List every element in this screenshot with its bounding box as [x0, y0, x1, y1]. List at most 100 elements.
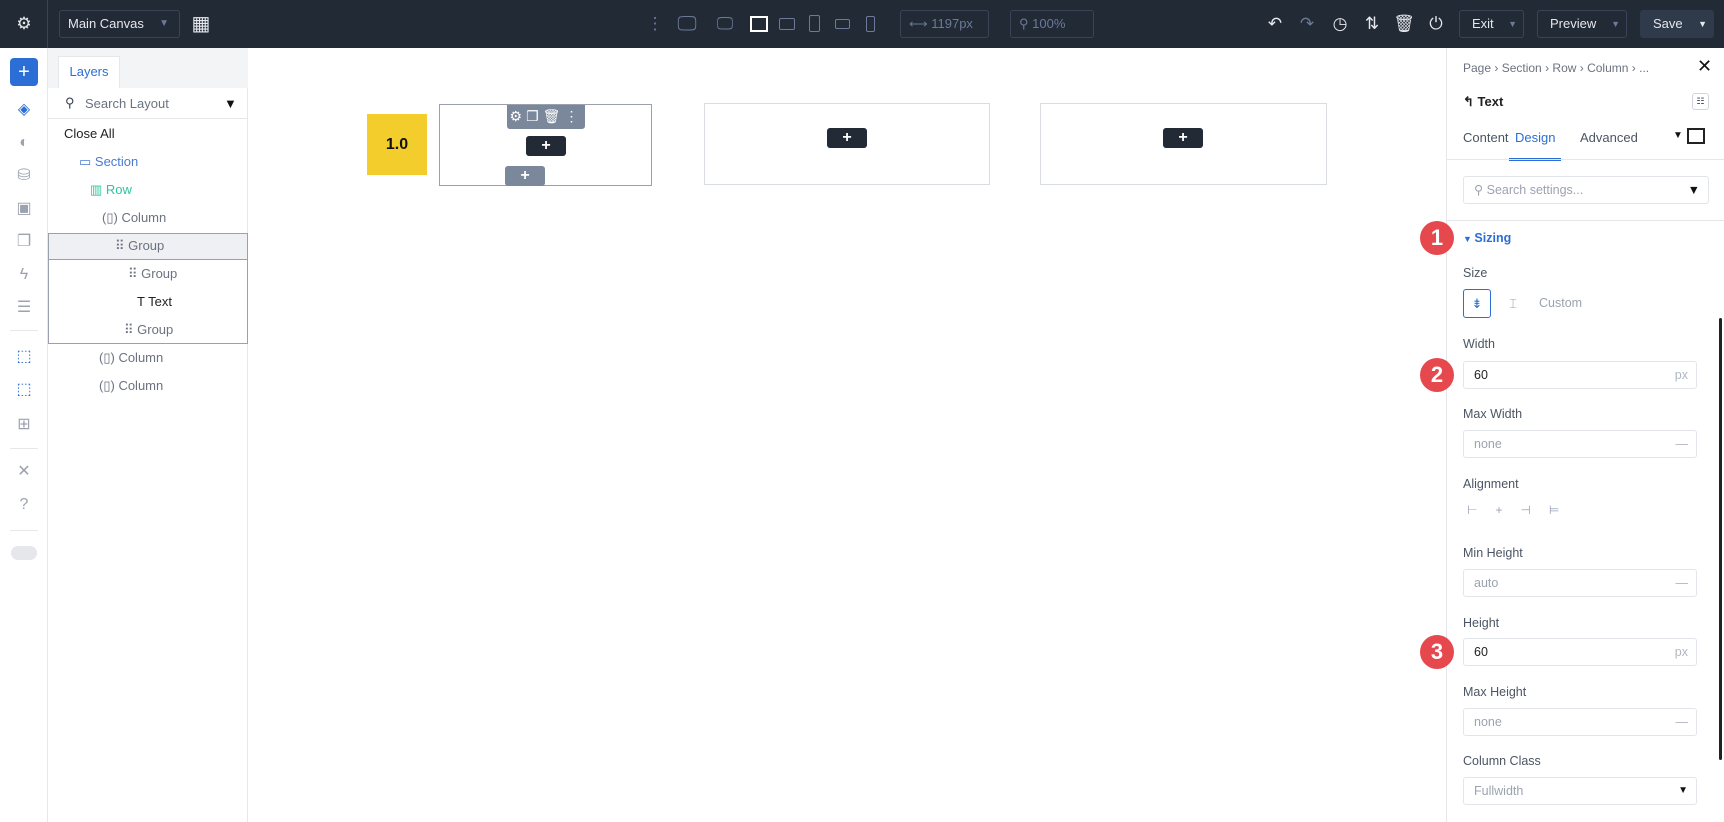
tab-design[interactable]: Design: [1509, 130, 1562, 161]
select-multiple-icon[interactable]: ⬚: [12, 378, 36, 402]
phone-landscape-icon[interactable]: [835, 19, 850, 29]
zoom-value: 100%: [1032, 16, 1066, 31]
column-icon: (▯): [102, 210, 122, 225]
undo-icon[interactable]: ↶: [1263, 12, 1287, 36]
layer-label: Group: [141, 266, 178, 281]
min-height-label: Min Height: [1463, 546, 1523, 560]
database-icon[interactable]: ⛁: [12, 164, 36, 188]
add-module-button[interactable]: +: [827, 128, 867, 148]
breadcrumb-more[interactable]: ...: [1639, 61, 1649, 75]
breadcrumb-section[interactable]: Section: [1502, 61, 1542, 75]
trash-icon[interactable]: 🗑: [1392, 12, 1416, 36]
max-width-input[interactable]: none —: [1463, 430, 1697, 458]
layer-row[interactable]: ▥ Row: [90, 182, 132, 198]
layer-label: Column: [118, 350, 164, 365]
tab-advanced[interactable]: Advanced: [1580, 130, 1638, 145]
more-vertical-icon[interactable]: ⋮: [643, 12, 667, 36]
filter-icon[interactable]: ▼: [1688, 177, 1700, 203]
layers-icon[interactable]: ◈: [12, 98, 36, 122]
layer-group[interactable]: ⠿ Group: [115, 238, 164, 254]
tablet-landscape-icon[interactable]: [779, 18, 795, 30]
column-class-select[interactable]: Fullwidth ▼: [1463, 777, 1697, 805]
size-fill-button[interactable]: ⌶: [1501, 289, 1525, 318]
breadcrumb-page[interactable]: Page: [1463, 61, 1491, 75]
close-icon[interactable]: ✕: [1697, 56, 1712, 77]
tools-icon[interactable]: ✕: [12, 460, 36, 484]
history-icon[interactable]: ◷: [1328, 12, 1352, 36]
size-fit-button[interactable]: ⇟: [1463, 289, 1491, 318]
exit-button[interactable]: Exit ▼: [1459, 10, 1524, 38]
size-custom-option[interactable]: Custom: [1539, 296, 1582, 310]
desktop-icon[interactable]: 🖵: [713, 12, 737, 36]
form-icon[interactable]: ▣: [12, 197, 36, 221]
breadcrumb-column[interactable]: Column: [1587, 61, 1628, 75]
add-element-button[interactable]: +: [10, 58, 38, 86]
device-view-icon[interactable]: [1687, 128, 1705, 144]
module-toolbar: ⚙❐🗑⋮: [507, 105, 585, 129]
presets-icon[interactable]: ☷: [1692, 93, 1709, 110]
pages-icon[interactable]: ❐: [12, 230, 36, 254]
min-height-input[interactable]: auto —: [1463, 569, 1697, 597]
power-icon[interactable]: ⏻: [1424, 12, 1448, 36]
trash-icon[interactable]: 🗑: [543, 108, 565, 124]
chevron-down-icon[interactable]: ▼: [1508, 11, 1517, 37]
settings-gear-icon[interactable]: ⚙: [12, 12, 36, 36]
layer-group[interactable]: ⠿ Group: [124, 322, 173, 338]
select-pointer-icon[interactable]: ⬚: [12, 345, 36, 369]
tablet-icon[interactable]: [809, 15, 820, 32]
align-stretch-icon[interactable]: ⊨: [1549, 503, 1577, 517]
redo-icon[interactable]: ↷: [1295, 12, 1319, 36]
back-icon[interactable]: ↰: [1463, 94, 1478, 109]
grid-icon[interactable]: ▦: [189, 12, 213, 36]
column-2[interactable]: +: [704, 103, 990, 185]
help-icon[interactable]: ?: [12, 493, 36, 517]
breadcrumb-row[interactable]: Row: [1552, 61, 1576, 75]
chevron-down-icon[interactable]: ▼: [1698, 11, 1707, 37]
column-3[interactable]: +: [1040, 103, 1327, 185]
layers-search[interactable]: ⚲ Search Layout ▼: [48, 88, 248, 119]
canvas-select[interactable]: Main Canvas ▼: [59, 10, 180, 38]
duplicate-icon[interactable]: ❐: [526, 108, 543, 124]
save-button[interactable]: Save ▼: [1640, 10, 1714, 38]
height-input[interactable]: 3 60 px: [1420, 635, 1697, 669]
scrollbar[interactable]: [1719, 318, 1722, 760]
canvas-width-input[interactable]: ⟷ 1197px: [900, 10, 989, 38]
tab-content[interactable]: Content: [1463, 130, 1509, 145]
lightning-icon[interactable]: ϟ: [12, 263, 36, 287]
template-preview-icon[interactable]: ⊞: [12, 413, 36, 437]
zoom-input[interactable]: ⚲ 100%: [1010, 10, 1094, 38]
filter-icon[interactable]: ▼: [224, 96, 237, 111]
width-input[interactable]: 2 60 px: [1420, 358, 1697, 392]
layer-section[interactable]: ▭ Section: [79, 154, 138, 170]
align-left-icon[interactable]: ⊢: [1467, 503, 1495, 517]
layer-column[interactable]: (▯) Column: [99, 378, 163, 394]
tab-layers[interactable]: Layers: [58, 56, 120, 88]
more-icon[interactable]: ⋮: [564, 108, 582, 124]
mode-toggle[interactable]: [11, 546, 37, 560]
desktop-wide-icon[interactable]: 🖵: [675, 12, 699, 36]
layers-search-input[interactable]: Search Layout: [85, 96, 169, 111]
layer-column[interactable]: (▯) Column: [99, 350, 163, 366]
sort-icon[interactable]: ⇅: [1360, 12, 1384, 36]
settings-search-input[interactable]: ⚲ Search settings... ▼: [1463, 176, 1709, 204]
list-icon[interactable]: ☰: [12, 296, 36, 320]
phone-icon[interactable]: [866, 16, 875, 32]
tabs-dropdown-icon[interactable]: ▼: [1673, 130, 1683, 141]
layer-group[interactable]: ⠿ Group: [128, 266, 177, 282]
align-center-icon[interactable]: +: [1495, 503, 1520, 517]
settings-icon[interactable]: ⚙: [510, 108, 527, 124]
max-height-input[interactable]: none —: [1463, 708, 1697, 736]
align-right-icon[interactable]: ⊣: [1520, 503, 1548, 517]
laptop-icon[interactable]: [750, 16, 768, 32]
layer-text[interactable]: T Text: [137, 294, 172, 309]
sizing-section-toggle[interactable]: 1 ▼ Sizing: [1420, 221, 1511, 255]
column-1[interactable]: ⚙❐🗑⋮ + +: [439, 104, 652, 186]
add-row-button[interactable]: +: [505, 166, 545, 186]
layer-column[interactable]: (▯) Column: [102, 210, 166, 226]
chevron-down-icon[interactable]: ▼: [1611, 11, 1620, 37]
close-all-button[interactable]: Close All: [64, 126, 115, 141]
preview-button[interactable]: Preview ▼: [1537, 10, 1627, 38]
add-module-button[interactable]: +: [526, 136, 566, 156]
add-module-button[interactable]: +: [1163, 128, 1203, 148]
theme-icon[interactable]: ◐: [12, 131, 36, 155]
